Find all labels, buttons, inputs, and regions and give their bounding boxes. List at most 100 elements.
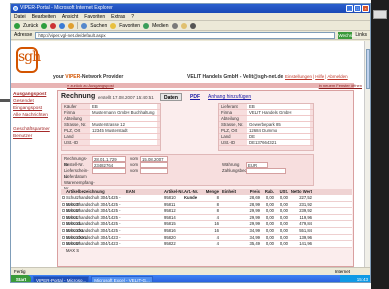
table-row[interactable]: Schutzhandschuh 304/1425 - MAX L 95812 8 29… bbox=[61, 208, 352, 220]
checkbox-icon[interactable] bbox=[62, 196, 65, 199]
help-link[interactable]: Hilfe bbox=[315, 74, 324, 79]
screenshot-frame: VIPER-Portal - Microsoft Internet Explor… bbox=[0, 0, 389, 289]
sidebar-item-gesendet[interactable]: Gesendet bbox=[13, 98, 53, 105]
minimize-icon[interactable]: _ bbox=[346, 5, 353, 12]
taskbar-item-excel[interactable]: Microsoft Excel - VELIT-G... bbox=[91, 276, 153, 282]
item-unit bbox=[222, 235, 238, 241]
brand-tagline: your VIPER-Network Provider bbox=[53, 74, 123, 80]
links-label[interactable]: Links bbox=[355, 32, 367, 38]
brand-suffix: -Network Provider bbox=[80, 74, 124, 80]
browser-toolbar: Zurück Suchen Favoriten Medien bbox=[11, 21, 370, 31]
buyer-plz-field[interactable]: 12345 Musterstadt bbox=[90, 128, 157, 133]
go-button[interactable]: Wechseln zu bbox=[338, 31, 358, 45]
menu-help[interactable]: ? bbox=[131, 13, 134, 20]
supplier-strasse-field[interactable]: Gewerbepark 85 bbox=[247, 122, 310, 127]
start-button[interactable]: Start bbox=[11, 275, 31, 282]
checkbox-icon[interactable] bbox=[62, 209, 65, 213]
search-button[interactable]: Suchen bbox=[90, 23, 107, 29]
payment-terms-field[interactable] bbox=[246, 168, 286, 174]
checkbox-icon[interactable] bbox=[62, 222, 65, 226]
logout-link[interactable]: Abmelden bbox=[327, 74, 347, 79]
buyer-firma-field[interactable]: Mustermann GmbH Buchhaltung bbox=[90, 110, 157, 115]
back-arrow-icon[interactable] bbox=[14, 22, 20, 29]
tab-pdf[interactable]: PDF bbox=[187, 93, 203, 101]
address-input[interactable]: http://viper.vgl-net.de/default.aspx bbox=[35, 31, 336, 39]
buyer-ustid-field[interactable] bbox=[90, 140, 157, 145]
top-links: Einstellungen | Hilfe | Abmelden bbox=[285, 74, 348, 79]
scrollbar-thumb[interactable] bbox=[366, 49, 370, 89]
menu-ansicht[interactable]: Ansicht bbox=[62, 13, 78, 20]
home-icon[interactable] bbox=[68, 22, 75, 29]
mail-icon[interactable] bbox=[180, 22, 187, 29]
checkbox-icon[interactable] bbox=[62, 215, 65, 219]
table-row[interactable]: Schutzhandschuh 304/1425 - MAX XXL 95815 1… bbox=[61, 221, 352, 233]
refresh-icon[interactable] bbox=[59, 22, 66, 29]
supplier-land-field[interactable]: DE bbox=[247, 134, 310, 139]
history-icon[interactable] bbox=[171, 22, 178, 29]
search-icon[interactable] bbox=[81, 22, 88, 29]
sidebar-item-eingangspost[interactable]: Eingangspost bbox=[13, 105, 53, 112]
table-row[interactable]: Schutzhandschuh 304/1423 - MAX S 95822 4 35… bbox=[61, 241, 352, 253]
item-quantity: 8 bbox=[216, 208, 219, 214]
supplier-firma-field[interactable]: VELIT Handels GmbH bbox=[247, 110, 310, 115]
print-icon[interactable] bbox=[189, 22, 196, 29]
delivery-note-date-field[interactable] bbox=[140, 168, 168, 174]
item-discount: 0,00 bbox=[265, 195, 274, 200]
close-icon[interactable]: × bbox=[362, 5, 369, 12]
tab-daten[interactable]: Daten bbox=[160, 93, 182, 101]
menu-datei[interactable]: Datei bbox=[14, 13, 26, 20]
stop-icon[interactable] bbox=[50, 22, 57, 29]
item-unit bbox=[222, 202, 238, 208]
table-row[interactable]: Schutzhandschuh 304/1425 - MAX XL 95814 4 2… bbox=[61, 214, 352, 226]
item-quantity: 16 bbox=[214, 227, 219, 233]
sidebar-item-geschaeftspartner[interactable]: Geschäftspartner bbox=[13, 126, 53, 133]
table-row[interactable]: Schutzhandschuh 304/1425 - MAX S 95810 8 28… bbox=[61, 195, 352, 207]
checkbox-icon[interactable] bbox=[62, 242, 65, 246]
back-to-outbox-link[interactable]: « zurück zu Ausgangspost bbox=[67, 83, 114, 88]
supplier-plz-field[interactable]: 12684 Dummo bbox=[247, 128, 310, 133]
checkbox-icon[interactable] bbox=[62, 202, 65, 206]
supplier-lieferant-field[interactable]: EB bbox=[247, 104, 310, 109]
table-row[interactable]: Schutzhandschuh 304/1425 - MAX XXXL 95816… bbox=[61, 227, 352, 240]
vertical-scrollbar[interactable] bbox=[364, 41, 370, 267]
edge-badge bbox=[373, 10, 387, 19]
back-button[interactable]: Zurück bbox=[23, 23, 38, 29]
favorites-button[interactable]: Favoriten bbox=[119, 23, 140, 29]
sidebar-item-ausgangspost[interactable]: Ausgangspost bbox=[13, 91, 53, 98]
favorites-star-icon[interactable] bbox=[110, 22, 117, 29]
item-discount: 0,00 bbox=[265, 241, 274, 247]
item-description: Schutzhandschuh 304/1425 - MAX M bbox=[66, 201, 121, 214]
delivery-note-field[interactable] bbox=[92, 168, 126, 174]
media-button[interactable]: Medien bbox=[152, 23, 168, 29]
menu-extras[interactable]: Extras bbox=[111, 13, 125, 20]
supplier-abteilung-field[interactable] bbox=[247, 116, 310, 121]
tab-add-attachment[interactable]: Anhang hinzufügen bbox=[205, 93, 254, 101]
item-vat: 0,00 bbox=[279, 214, 288, 220]
brand-prefix: your bbox=[53, 74, 66, 80]
maximize-icon[interactable]: □ bbox=[354, 5, 361, 12]
table-row[interactable]: Schutzhandschuh 304/1423 - MAX M 95820 4 34… bbox=[61, 234, 352, 246]
buyer-kaeufer-field[interactable]: EB bbox=[90, 104, 157, 109]
item-net-value: 141,96 bbox=[299, 241, 312, 247]
taskbar-item-viper[interactable]: VIPER-Portal - Microso... bbox=[33, 276, 90, 282]
sidebar-item-benutzer[interactable]: Benutzer bbox=[13, 133, 53, 140]
table-row[interactable]: Schutzhandschuh 304/1425 - MAX M 95811 8 28… bbox=[61, 201, 352, 214]
checkbox-icon[interactable] bbox=[62, 228, 65, 232]
settings-link[interactable]: Einstellungen bbox=[285, 74, 312, 79]
buyer-abteilung-field[interactable] bbox=[90, 116, 157, 121]
sidebar-item-alle-nachrichten[interactable]: Alle Nachrichten bbox=[13, 112, 53, 119]
media-icon[interactable] bbox=[143, 22, 150, 29]
menu-favoriten[interactable]: Favoriten bbox=[84, 13, 105, 20]
checkbox-icon[interactable] bbox=[62, 235, 65, 239]
item-article-number: 95811 bbox=[164, 201, 176, 207]
line-items-table: Artikelbezeichnung EAN Artikel-Nr. Art.-… bbox=[61, 189, 352, 253]
nav-strip bbox=[11, 83, 354, 88]
menu-bearbeiten[interactable]: Bearbeiten bbox=[32, 13, 56, 20]
item-discount: 0,00 bbox=[265, 214, 274, 220]
buyer-strasse-field[interactable]: Musterstrasse 12 bbox=[90, 122, 157, 127]
open-new-window-link[interactable]: in neuem Fenster öffnen bbox=[319, 83, 362, 88]
buyer-land-field[interactable] bbox=[90, 134, 157, 139]
item-vat: 0,00 bbox=[279, 221, 288, 227]
supplier-ustid-field[interactable]: DE137664321 bbox=[247, 140, 310, 145]
forward-arrow-icon[interactable] bbox=[41, 22, 48, 29]
